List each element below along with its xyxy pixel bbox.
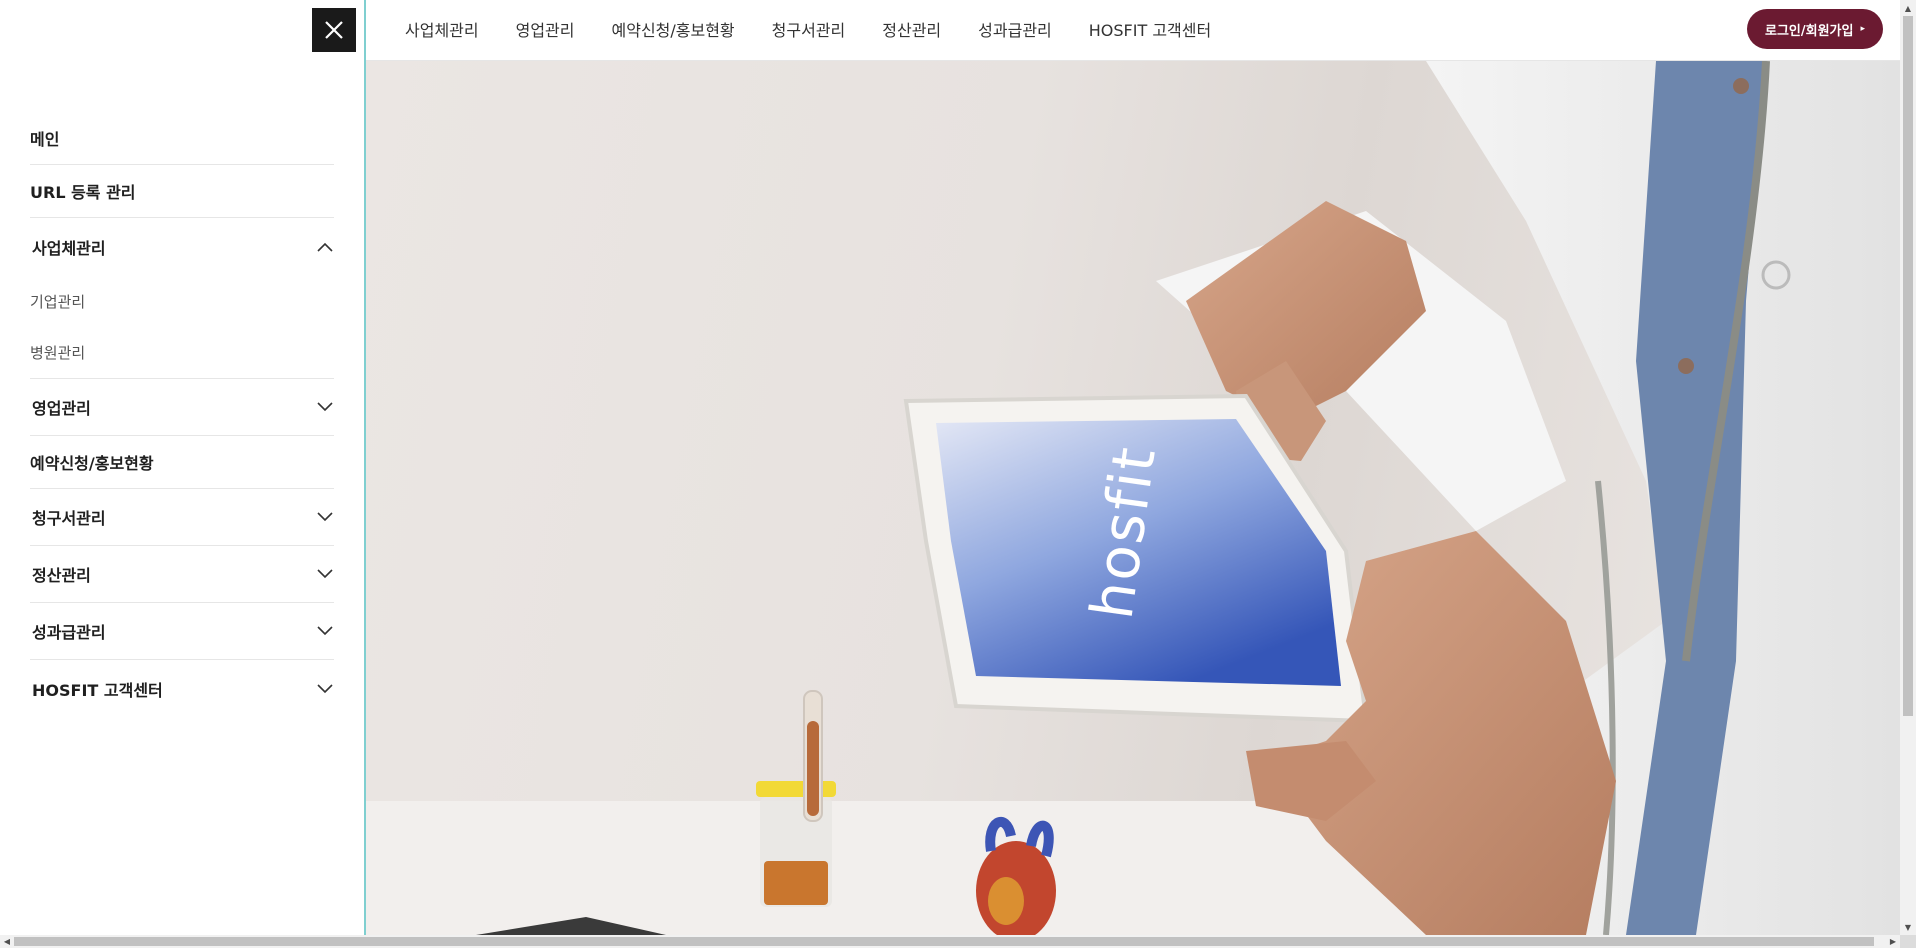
sidebar-item-label: 성과급관리 <box>32 623 106 642</box>
close-button[interactable] <box>312 8 356 52</box>
top-menu-billing[interactable]: 청구서관리 <box>772 17 846 41</box>
sidebar-item-billing[interactable]: 청구서관리 <box>30 489 334 546</box>
sidebar-item-label: 정산관리 <box>32 566 91 585</box>
chevron-down-icon <box>316 622 334 640</box>
chevron-down-icon <box>316 398 334 416</box>
sidebar-item-label: 예약신청/홍보현황 <box>30 454 154 473</box>
sidebar-subitem-label: 기업관리 <box>30 292 86 311</box>
sidebar-item-label: 메인 <box>30 130 60 149</box>
scrollbar-corner <box>1900 935 1916 948</box>
hero-image: hosfit <box>366 61 1900 935</box>
top-menu: 사업체관리 영업관리 예약신청/홍보현황 청구서관리 정산관리 성과급관리 HO… <box>405 0 1248 58</box>
top-navigation: 사업체관리 영업관리 예약신청/홍보현황 청구서관리 정산관리 성과급관리 HO… <box>366 0 1900 61</box>
sidebar-item-business[interactable]: 사업체관리 <box>30 218 334 275</box>
chevron-up-icon <box>316 238 334 256</box>
sidebar-subitem-company[interactable]: 기업관리 <box>30 275 334 327</box>
scroll-right-icon[interactable]: ▶ <box>1886 935 1900 948</box>
horizontal-scrollbar[interactable]: ◀ ▶ <box>0 935 1900 948</box>
scroll-up-icon[interactable]: ▲ <box>1900 0 1916 16</box>
top-menu-reservation[interactable]: 예약신청/홍보현황 <box>612 17 735 41</box>
sidebar-menu: 메인 URL 등록 관리 사업체관리 기업관리 병원관리 영업관리 예약신청/홍… <box>0 0 366 935</box>
chevron-down-icon <box>316 508 334 526</box>
sidebar-item-label: URL 등록 관리 <box>30 183 136 202</box>
top-menu-support[interactable]: HOSFIT 고객센터 <box>1089 17 1211 41</box>
top-menu-settlement[interactable]: 정산관리 <box>882 17 941 41</box>
sidebar-item-support[interactable]: HOSFIT 고객센터 <box>30 660 334 717</box>
sidebar-list: 메인 URL 등록 관리 사업체관리 기업관리 병원관리 영업관리 예약신청/홍… <box>30 112 334 717</box>
scroll-down-icon[interactable]: ▼ <box>1900 919 1916 935</box>
sidebar-item-incentive[interactable]: 성과급관리 <box>30 603 334 660</box>
login-signup-label: 로그인/회원가입 <box>1765 23 1854 39</box>
login-signup-button[interactable]: 로그인/회원가입 ▸ <box>1747 9 1883 49</box>
sidebar-item-url[interactable]: URL 등록 관리 <box>30 165 334 218</box>
sidebar-subitem-hospital[interactable]: 병원관리 <box>30 327 334 379</box>
sidebar-item-settlement[interactable]: 정산관리 <box>30 546 334 603</box>
sidebar-item-label: 청구서관리 <box>32 509 106 528</box>
close-icon <box>325 21 343 39</box>
sidebar-subitem-label: 병원관리 <box>30 344 86 362</box>
chevron-down-icon <box>316 565 334 583</box>
arrow-right-icon: ▸ <box>1860 24 1865 34</box>
sidebar-item-sales[interactable]: 영업관리 <box>30 379 334 436</box>
top-menu-incentive[interactable]: 성과급관리 <box>978 17 1052 41</box>
hero-banner: hosfit <box>366 61 1900 935</box>
sidebar-item-reservation[interactable]: 예약신청/홍보현황 <box>30 436 334 489</box>
sidebar-item-label: 사업체관리 <box>32 238 106 258</box>
vertical-scrollbar[interactable]: ▲ ▼ <box>1900 0 1916 935</box>
top-menu-business[interactable]: 사업체관리 <box>405 17 479 41</box>
scroll-left-icon[interactable]: ◀ <box>0 935 14 948</box>
sidebar-item-label: 영업관리 <box>32 399 91 418</box>
sidebar-item-main[interactable]: 메인 <box>30 112 334 165</box>
sidebar-item-label: HOSFIT 고객센터 <box>32 680 163 700</box>
horizontal-scroll-thumb[interactable] <box>14 937 1874 946</box>
chevron-down-icon <box>316 680 334 698</box>
vertical-scroll-thumb[interactable] <box>1903 16 1913 716</box>
top-menu-sales[interactable]: 영업관리 <box>516 17 575 41</box>
